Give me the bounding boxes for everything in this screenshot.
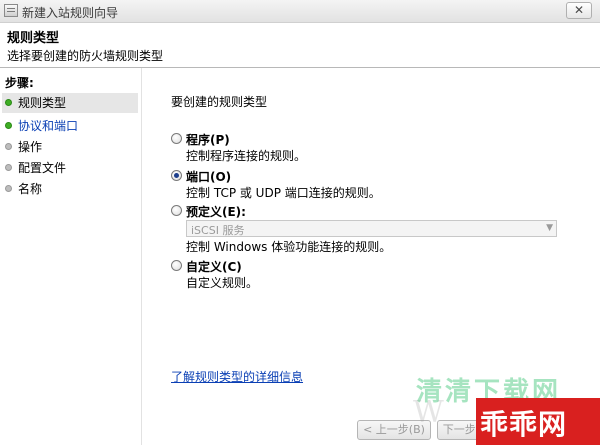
main-panel: 要创建的规则类型 程序(P) 控制程序连接的规则。 端口(O) 控制 TCP 或… xyxy=(142,68,600,445)
step-profile: 配置文件 xyxy=(2,158,138,178)
option-description: 控制 TCP 或 UDP 端口连接的规则。 xyxy=(186,186,381,200)
radio-custom[interactable] xyxy=(171,260,182,271)
radio-program[interactable] xyxy=(171,133,182,144)
wizard-window: 新建入站规则向导 ✕ 规则类型 选择要创建的防火墙规则类型 步骤: 规则类型 协… xyxy=(0,0,600,445)
option-predefined[interactable]: 预定义(E): iSCSI 服务 ▼ 控制 Windows 体验功能连接的规则。 xyxy=(171,203,571,255)
learn-more-link[interactable]: 了解规则类型的详细信息 xyxy=(171,368,303,385)
radio-predefined[interactable] xyxy=(171,205,182,216)
step-name: 名称 xyxy=(2,179,138,199)
radio-port[interactable] xyxy=(171,170,182,181)
option-description: 自定义规则。 xyxy=(186,276,259,290)
step-protocol-ports[interactable]: 协议和端口 xyxy=(2,116,138,136)
step-label[interactable]: 协议和端口 xyxy=(18,116,78,136)
page-subtitle: 选择要创建的防火墙规则类型 xyxy=(7,49,164,63)
option-custom[interactable]: 自定义(C) 自定义规则。 xyxy=(171,258,571,290)
step-pending-icon xyxy=(5,164,12,171)
predefined-rule-value: iSCSI 服务 xyxy=(191,224,245,237)
option-label[interactable]: 预定义(E): xyxy=(186,203,246,220)
option-description: 控制程序连接的规则。 xyxy=(186,149,307,163)
firewall-app-icon xyxy=(4,4,18,17)
step-pending-icon xyxy=(5,143,12,150)
close-icon: ✕ xyxy=(573,3,585,17)
close-button[interactable]: ✕ xyxy=(566,2,592,19)
option-port[interactable]: 端口(O) 控制 TCP 或 UDP 端口连接的规则。 xyxy=(171,168,571,200)
step-label: 规则类型 xyxy=(18,96,67,110)
option-description: 控制 Windows 体验功能连接的规则。 xyxy=(186,240,392,254)
step-action: 操作 xyxy=(2,137,138,157)
rule-type-question: 要创建的规则类型 xyxy=(171,95,268,109)
step-rule-type: 规则类型 xyxy=(2,93,138,113)
wizard-header: 规则类型 选择要创建的防火墙规则类型 xyxy=(0,23,600,68)
window-title: 新建入站规则向导 xyxy=(22,6,119,20)
option-program[interactable]: 程序(P) 控制程序连接的规则。 xyxy=(171,131,571,163)
page-title: 规则类型 xyxy=(7,31,60,46)
next-button[interactable]: 下一步(N) > xyxy=(437,420,511,440)
option-label[interactable]: 程序(P) xyxy=(186,131,230,148)
option-label[interactable]: 自定义(C) xyxy=(186,258,242,275)
steps-sidebar: 步骤: 规则类型 协议和端口 操作 配置文件 名称 xyxy=(0,68,142,445)
predefined-rule-select[interactable]: iSCSI 服务 ▼ xyxy=(186,220,557,237)
step-label: 名称 xyxy=(18,182,43,196)
step-pending-icon xyxy=(5,185,12,192)
option-label[interactable]: 端口(O) xyxy=(186,168,231,185)
chevron-down-icon[interactable]: ▼ xyxy=(546,221,553,236)
title-bar[interactable]: 新建入站规则向导 ✕ xyxy=(0,0,600,23)
step-complete-icon xyxy=(5,99,12,106)
back-button[interactable]: < 上一步(B) xyxy=(357,420,431,440)
step-label: 配置文件 xyxy=(18,161,67,175)
steps-heading: 步骤: xyxy=(5,76,34,90)
step-complete-icon xyxy=(5,122,12,129)
step-label: 操作 xyxy=(18,140,43,154)
